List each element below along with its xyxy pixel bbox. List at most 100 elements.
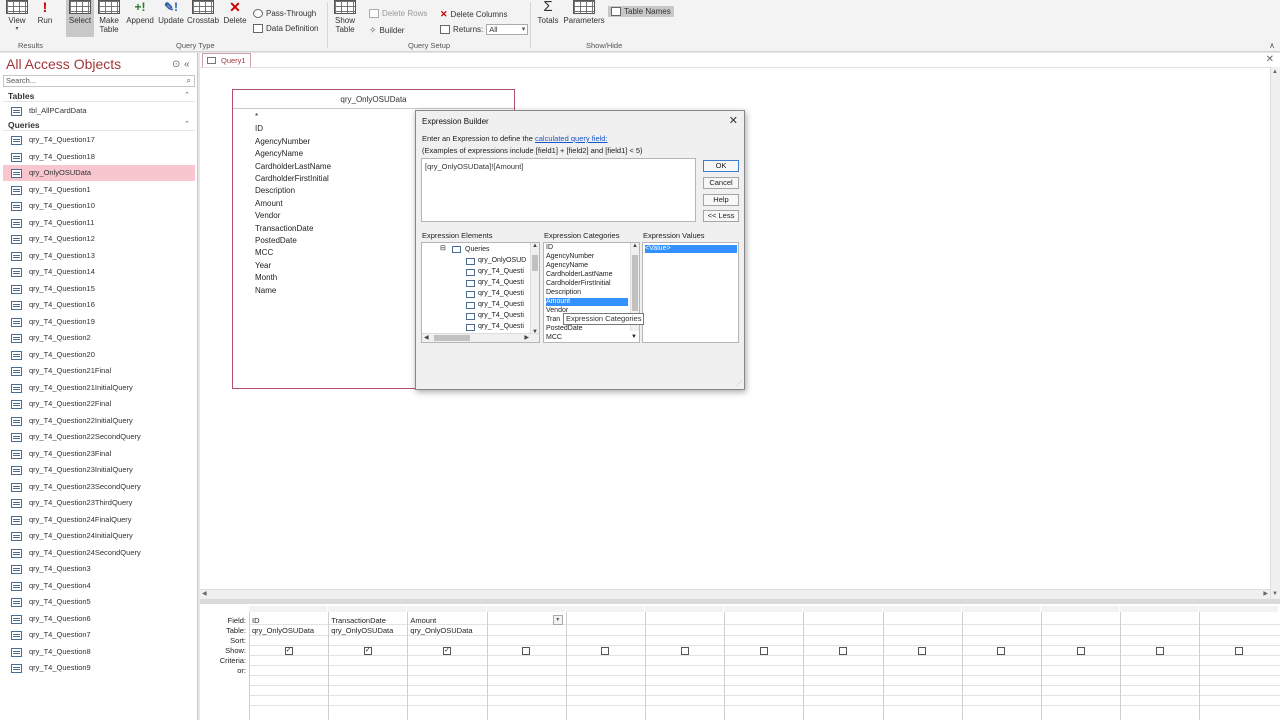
table-field-list-title[interactable]: qry_OnlyOSUData	[233, 90, 514, 109]
field-item[interactable]: *	[255, 112, 258, 121]
show-checkbox[interactable]	[522, 647, 531, 655]
nav-item-query[interactable]: qry_T4_Question24SecondQuery	[3, 545, 195, 561]
category-item[interactable]: CardholderFirstInitial	[546, 280, 611, 288]
grid-column[interactable]	[1199, 612, 1278, 720]
nav-item-query[interactable]: qry_T4_Question9	[3, 660, 195, 676]
nav-item-query[interactable]: qry_T4_Question23ThirdQuery	[3, 495, 195, 511]
show-checkbox[interactable]	[1155, 647, 1164, 655]
returns-combo[interactable]: All	[486, 24, 529, 35]
append-button[interactable]: +! Append	[125, 0, 155, 25]
nav-item-query[interactable]: qry_T4_Question21InitialQuery	[3, 380, 195, 396]
nav-item-query[interactable]: qry_T4_Question11	[3, 215, 195, 231]
categories-scroll-down-icon[interactable]: ▼	[631, 333, 637, 341]
tree-item[interactable]: qry_T4_Questi	[478, 290, 524, 298]
nav-item-query[interactable]: qry_T4_Question23InitialQuery	[3, 462, 195, 478]
close-icon[interactable]: ✕	[729, 114, 738, 127]
run-button[interactable]: ! Run	[34, 0, 56, 25]
field-cell[interactable]: Amount	[410, 616, 436, 625]
field-cell[interactable]: ID	[252, 616, 260, 625]
show-checkbox[interactable]: ✓	[443, 647, 451, 655]
field-item[interactable]: Year	[255, 261, 271, 270]
resize-grip-icon[interactable]: ⋰	[736, 380, 742, 387]
grid-column[interactable]	[645, 612, 724, 720]
elements-hscroll[interactable]: ◀ ▶	[422, 333, 539, 342]
show-table-button[interactable]: Show Table	[333, 0, 357, 34]
nav-item-query[interactable]: qry_T4_Question16	[3, 297, 195, 313]
delete-rows-button[interactable]: Delete Rows	[369, 9, 427, 18]
nav-item-query[interactable]: qry_T4_Question12	[3, 231, 195, 247]
calculated-field-link[interactable]: calculated query field:	[535, 134, 608, 143]
cancel-button[interactable]: Cancel	[703, 177, 739, 189]
scroll-right-icon[interactable]: ▶	[524, 334, 529, 341]
nav-item-query[interactable]: qry_T4_Question24InitialQuery	[3, 528, 195, 544]
grid-column[interactable]	[961, 612, 1041, 720]
category-item[interactable]: AgencyNumber	[546, 253, 594, 261]
nav-item-query[interactable]: qry_T4_Question23Final	[3, 446, 195, 462]
table-names-toggle[interactable]: Table Names	[608, 6, 674, 17]
category-item[interactable]: CardholderLastName	[546, 271, 613, 279]
show-checkbox[interactable]	[680, 647, 689, 655]
table-cell[interactable]: qry_OnlyOSUData	[252, 626, 314, 635]
show-checkbox[interactable]: ✓	[284, 647, 293, 655]
field-item[interactable]: Vendor	[255, 211, 280, 220]
expression-categories-list[interactable]: ID AgencyNumber AgencyName CardholderLastNa…	[543, 242, 640, 343]
nav-menu-icon[interactable]: ⊙	[172, 59, 180, 70]
tree-expand-icon[interactable]: ⊟	[440, 245, 446, 253]
field-item[interactable]: CardholderLastName	[255, 162, 331, 171]
queries-group-header[interactable]: Queries ⌃	[3, 119, 195, 131]
field-item[interactable]: Description	[255, 186, 295, 195]
tree-item[interactable]: qry_T4_Questi	[478, 268, 524, 276]
totals-button[interactable]: Σ Totals	[536, 0, 560, 25]
grid-column[interactable]	[486, 612, 566, 720]
show-checkbox[interactable]	[997, 647, 1006, 655]
grid-column[interactable]	[565, 612, 645, 720]
elements-vscroll[interactable]: ▲ ▼	[530, 243, 539, 335]
field-item[interactable]: Month	[255, 273, 277, 282]
field-item[interactable]: TransactionDate	[255, 224, 313, 233]
scroll-thumb[interactable]	[434, 335, 470, 341]
show-checkbox[interactable]: ✓	[363, 647, 372, 655]
nav-item-query[interactable]: qry_T4_Question23SecondQuery	[3, 479, 195, 495]
less-button[interactable]: << Less	[703, 210, 739, 222]
crosstab-button[interactable]: Crosstab	[187, 0, 219, 25]
nav-item-table[interactable]: tbl_AllPCardData	[3, 103, 195, 119]
grid-column[interactable]	[803, 612, 882, 720]
value-item[interactable]: <Value>	[645, 245, 737, 253]
show-checkbox[interactable]	[601, 647, 610, 655]
show-checkbox[interactable]	[1235, 647, 1243, 655]
field-item[interactable]: Amount	[255, 199, 283, 208]
field-dropdown-icon[interactable]: ▾	[552, 615, 563, 625]
tab-query1[interactable]: Query1	[202, 53, 251, 67]
nav-item-query[interactable]: qry_T4_Question2	[3, 330, 195, 346]
nav-item-query[interactable]: qry_T4_Question4	[3, 578, 195, 594]
nav-item-query[interactable]: qry_T4_Question22Final	[3, 396, 195, 412]
nav-item-query[interactable]: qry_T4_Question22InitialQuery	[3, 413, 195, 429]
expression-input[interactable]: [qry_OnlyOSUData]![Amount]	[421, 158, 696, 222]
tree-item[interactable]: qry_T4_Questi	[478, 323, 524, 331]
help-button[interactable]: Help	[703, 194, 739, 206]
category-item[interactable]: Amount	[546, 298, 628, 306]
tree-item[interactable]: qry_OnlyOSUD	[478, 257, 526, 265]
nav-item-query[interactable]: qry_T4_Question20	[3, 347, 195, 363]
scroll-up-icon[interactable]: ▲	[1272, 69, 1278, 75]
grid-column[interactable]	[1041, 612, 1120, 720]
table-cell[interactable]: qry_OnlyOSUData	[410, 626, 472, 635]
parameters-button[interactable]: Parameters	[562, 0, 606, 25]
data-definition-button[interactable]: Data Definition	[253, 24, 318, 33]
grid-column[interactable]	[1120, 612, 1199, 720]
nav-item-query[interactable]: qry_T4_Question8	[3, 644, 195, 660]
scroll-up-icon[interactable]: ▲	[632, 243, 638, 249]
category-item[interactable]: ID	[546, 244, 553, 252]
nav-item-query[interactable]: qry_T4_Question22SecondQuery	[3, 429, 195, 445]
field-item[interactable]: AgencyNumber	[255, 137, 310, 146]
show-checkbox[interactable]	[839, 647, 847, 655]
scroll-left-icon[interactable]: ◀	[424, 334, 429, 341]
nav-item-query[interactable]: qry_OnlyOSUData	[3, 165, 195, 181]
tree-item[interactable]: qry_T4_Questi	[478, 312, 524, 320]
scroll-left-icon[interactable]: ◀	[202, 590, 207, 597]
category-item[interactable]: PostedDate	[546, 325, 583, 333]
scroll-down-icon[interactable]: ▼	[1272, 591, 1278, 597]
collapse-ribbon-icon[interactable]: ∧	[1269, 41, 1275, 50]
builder-button[interactable]: ✧ Builder	[369, 25, 404, 36]
show-checkbox[interactable]	[918, 647, 927, 655]
